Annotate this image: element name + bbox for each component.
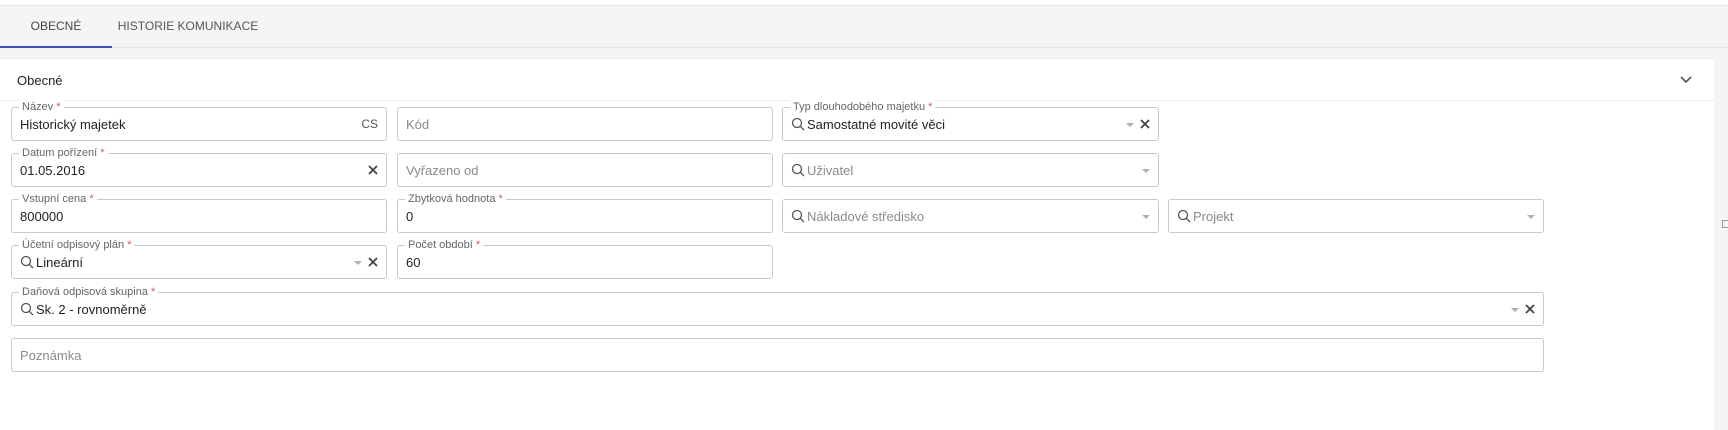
search-icon: [20, 302, 34, 316]
chevron-down-icon[interactable]: [1142, 215, 1150, 219]
vyrazeno-od-field[interactable]: Vyřazeno od: [397, 153, 773, 187]
nakladove-stredisko-field[interactable]: Nákladové středisko: [782, 199, 1159, 233]
nazev-value: Historický majetek: [20, 117, 126, 132]
zbytkova-hodnota-field[interactable]: Zbytková hodnota * 0: [397, 192, 773, 233]
plan-value: Lineární: [36, 255, 83, 270]
projekt-placeholder: Projekt: [1193, 209, 1234, 224]
tab-obecne[interactable]: OBECNÉ: [0, 8, 112, 48]
skupina-label: Daňová odpisová skupina: [22, 286, 148, 298]
search-icon: [20, 255, 34, 269]
chevron-down-icon[interactable]: [1126, 123, 1134, 127]
stredisko-placeholder: Nákladové středisko: [807, 209, 925, 224]
chevron-down-icon[interactable]: [1678, 71, 1694, 87]
obdobi-label: Počet období: [408, 239, 473, 251]
kod-field[interactable]: Kód: [397, 107, 773, 141]
chevron-down-icon[interactable]: [1511, 308, 1519, 312]
search-icon: [1177, 209, 1191, 223]
uzivatel-field[interactable]: Uživatel: [782, 153, 1159, 187]
close-icon[interactable]: [367, 164, 379, 176]
pocet-obdobi-field[interactable]: Počet období * 60: [397, 238, 773, 279]
poznamka-field[interactable]: Poznámka: [11, 338, 1544, 372]
vstupni-cena-field[interactable]: Vstupní cena * 800000: [11, 192, 387, 233]
ucetni-odpisovy-plan-field[interactable]: Účetní odpisový plán * Lineární: [11, 238, 387, 279]
section-title: Obecné: [17, 73, 63, 88]
obdobi-value: 60: [406, 255, 421, 270]
nazev-label: Název: [22, 101, 54, 113]
chevron-down-icon[interactable]: [1142, 169, 1150, 173]
zbytkova-value: 0: [406, 209, 414, 224]
datum-porizeni-field[interactable]: Datum pořízení * 01.05.2016: [11, 146, 387, 187]
uzivatel-placeholder: Uživatel: [807, 163, 854, 178]
nazev-field[interactable]: Název * Historický majetek CS: [11, 100, 387, 141]
resize-handle[interactable]: [1722, 220, 1728, 228]
search-icon: [791, 163, 805, 177]
section-header[interactable]: Obecné: [0, 59, 1714, 101]
projekt-field[interactable]: Projekt: [1168, 199, 1544, 233]
datum-label: Datum pořízení: [22, 147, 98, 159]
zbytkova-label: Zbytková hodnota: [408, 193, 496, 205]
chevron-down-icon[interactable]: [1527, 215, 1535, 219]
typ-label: Typ dlouhodobého majetku: [793, 101, 926, 113]
poznamka-placeholder: Poznámka: [20, 348, 82, 363]
cena-value: 800000: [20, 209, 64, 224]
close-icon[interactable]: [1139, 118, 1151, 130]
typ-value: Samostatné movité věci: [807, 117, 946, 132]
top-edge: [0, 0, 1728, 6]
plan-label: Účetní odpisový plán: [22, 239, 125, 251]
close-icon[interactable]: [367, 256, 379, 268]
cena-label: Vstupní cena: [22, 193, 87, 205]
tab-historie-komunikace[interactable]: HISTORIE KOMUNIKACE: [112, 8, 264, 48]
datum-value: 01.05.2016: [20, 163, 86, 178]
language-badge[interactable]: CS: [361, 117, 378, 131]
vyrazeno-placeholder: Vyřazeno od: [406, 163, 479, 178]
typ-majetku-field[interactable]: Typ dlouhodobého majetku * Samostatné mo…: [782, 100, 1159, 141]
skupina-value: Sk. 2 - rovnoměrně: [36, 302, 147, 317]
tab-bar: OBECNÉ HISTORIE KOMUNIKACE: [0, 8, 1728, 48]
search-icon: [791, 209, 805, 223]
chevron-down-icon[interactable]: [354, 261, 362, 265]
kod-placeholder: Kód: [406, 117, 430, 132]
close-icon[interactable]: [1524, 303, 1536, 315]
danova-odpisova-skupina-field[interactable]: Daňová odpisová skupina * Sk. 2 - rovnom…: [11, 285, 1544, 326]
search-icon: [791, 117, 805, 131]
